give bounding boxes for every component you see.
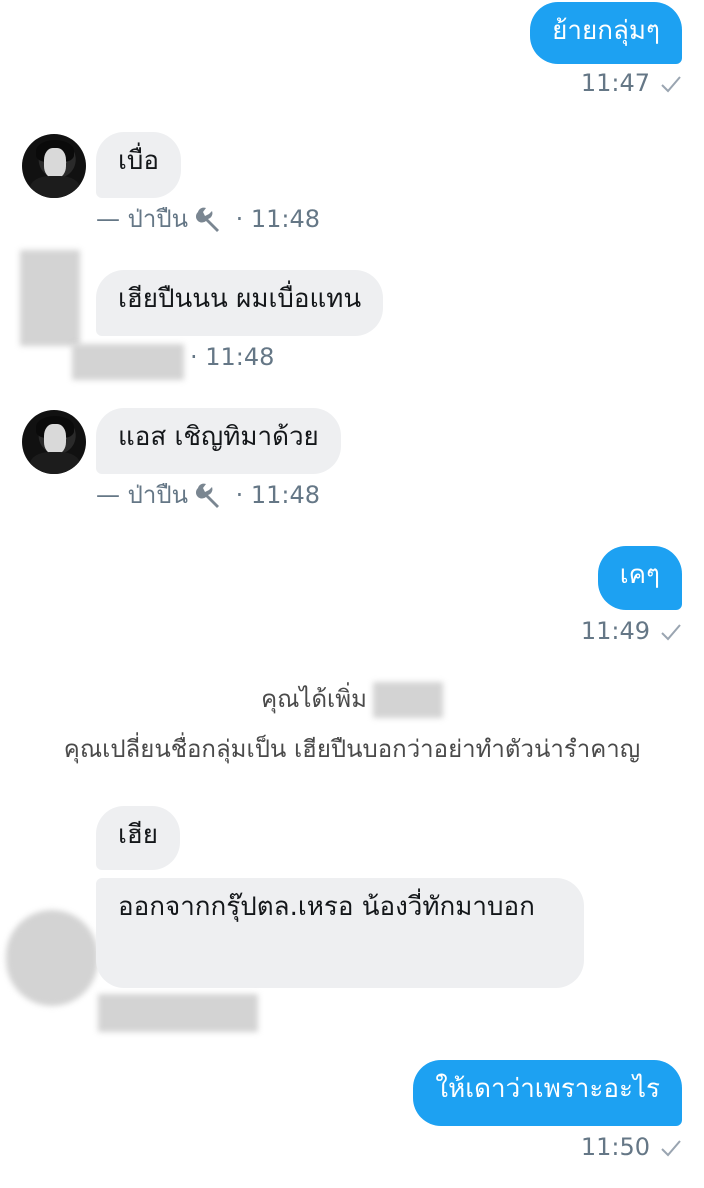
avatar[interactable] bbox=[6, 910, 98, 1006]
message-bubble-incoming[interactable]: เบื่อ bbox=[96, 132, 182, 198]
avatar[interactable] bbox=[22, 410, 86, 474]
message-time: 11:48 bbox=[250, 481, 321, 509]
avatar[interactable] bbox=[22, 134, 86, 198]
message-text: เฮีย bbox=[118, 820, 158, 850]
message-bubble-incoming[interactable]: เฮียปืนนน ผมเบื่อแทน bbox=[96, 270, 384, 336]
sender-name bbox=[98, 994, 258, 1032]
message-text: เฮียปืนนน ผมเบื่อแทน bbox=[118, 284, 362, 314]
message-bubble-outgoing[interactable]: ย้ายกลุ่มๆ bbox=[530, 2, 682, 64]
message-text: เบื่อ bbox=[118, 146, 160, 176]
message-time: 11:49 bbox=[580, 617, 650, 645]
message-bubble-outgoing[interactable]: เคๆ bbox=[597, 546, 682, 610]
message-meta: 11:47 bbox=[581, 68, 682, 98]
message-time: · 11:48 bbox=[190, 343, 275, 371]
message-meta: 11:49 bbox=[581, 616, 682, 646]
message-text: เคๆ bbox=[619, 560, 660, 590]
system-message-renamed: คุณเปลี่ยนชื่อกลุ่มเป็น เฮียปืนบอกว่าอย่… bbox=[63, 735, 641, 763]
wrench-icon bbox=[195, 483, 219, 508]
sender-name: — ป่าปืน bbox=[96, 481, 188, 509]
message-meta: — ป่าปืน · 11:48 bbox=[96, 204, 320, 236]
message-text: ออกจากกรุ๊ปตล.เหรอ น้องวี่ทักมาบอก bbox=[118, 892, 535, 922]
message-meta: — ป่าปืน · 11:48 bbox=[96, 480, 320, 512]
message-bubble-outgoing[interactable]: ให้เดาว่าเพราะอะไร bbox=[413, 1060, 682, 1126]
check-icon bbox=[661, 76, 681, 93]
sender-name: — ป่าปืน bbox=[96, 205, 188, 233]
message-time: 11:47 bbox=[580, 69, 650, 97]
message-meta: · 11:48 bbox=[190, 342, 274, 372]
wrench-icon bbox=[195, 207, 219, 232]
avatar[interactable] bbox=[20, 250, 80, 346]
check-icon bbox=[661, 624, 681, 641]
message-text: ให้เดาว่าเพราะอะไร bbox=[435, 1074, 660, 1104]
message-bubble-incoming[interactable]: ออกจากกรุ๊ปตล.เหรอ น้องวี่ทักมาบอก bbox=[96, 878, 584, 988]
message-text: ย้ายกลุ่มๆ bbox=[552, 16, 660, 46]
check-icon bbox=[661, 1140, 681, 1157]
message-meta: 11:50 bbox=[581, 1132, 682, 1162]
message-time: 11:50 bbox=[580, 1133, 650, 1161]
message-bubble-incoming[interactable]: แอส เชิญทิมาด้วย bbox=[96, 408, 341, 474]
message-text: แอส เชิญทิมาด้วย bbox=[118, 422, 319, 452]
message-time: 11:48 bbox=[250, 205, 321, 233]
message-bubble-incoming[interactable]: เฮีย bbox=[96, 806, 180, 870]
sender-name bbox=[72, 344, 184, 380]
system-message-added: คุณได้เพิ่ม bbox=[0, 682, 704, 718]
